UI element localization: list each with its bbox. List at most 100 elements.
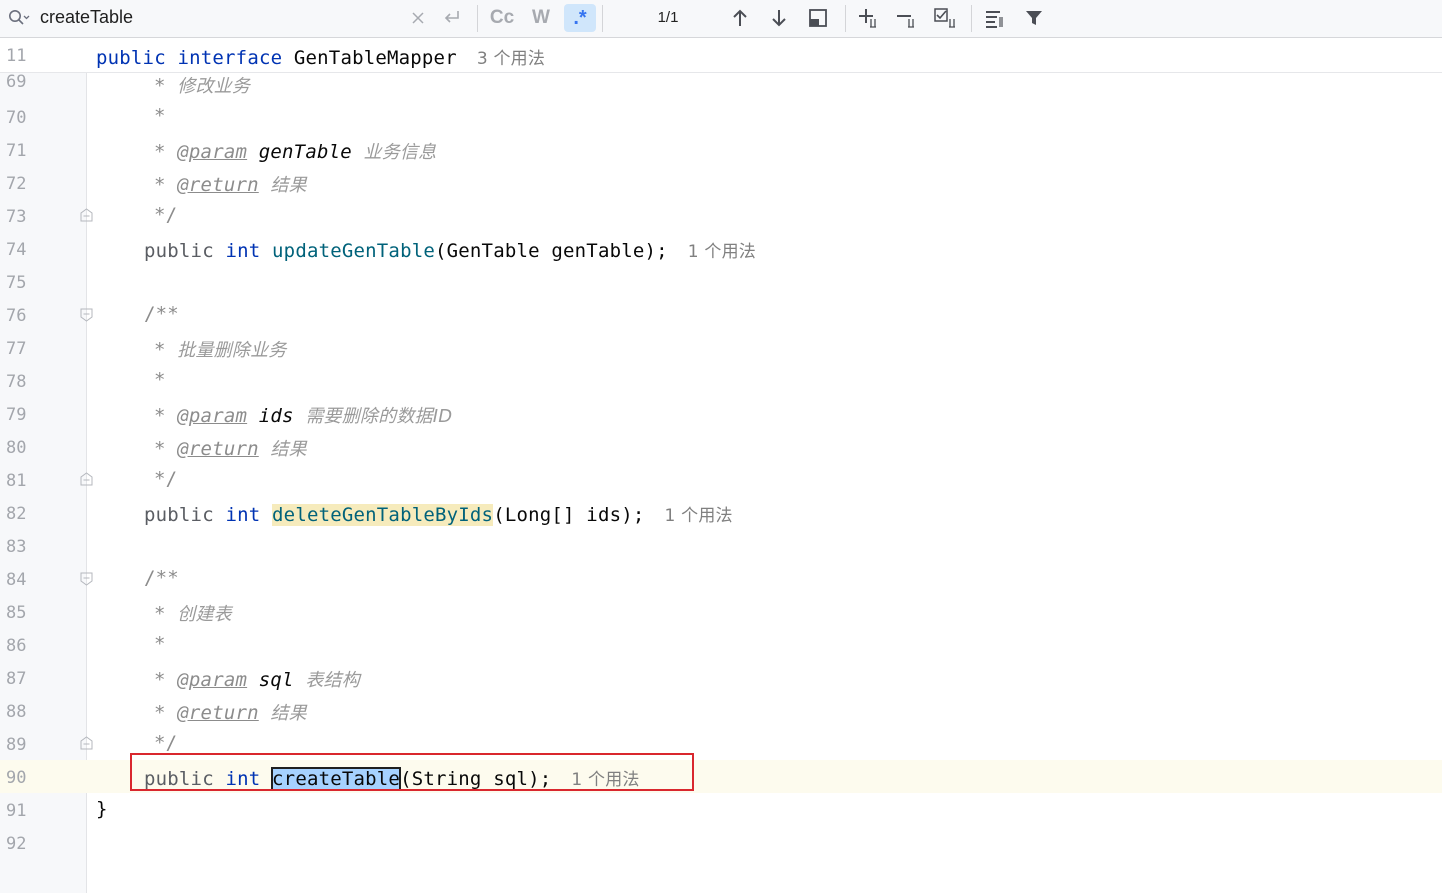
code-text: } bbox=[96, 798, 108, 820]
clear-search-icon[interactable] bbox=[408, 5, 428, 31]
arrow-down-icon[interactable] bbox=[767, 5, 791, 31]
usage-hint[interactable]: 1 个用法 bbox=[688, 242, 756, 262]
line-number: 86 bbox=[6, 636, 27, 656]
code-line[interactable]: 79 * @param ids 需要删除的数据ID bbox=[0, 397, 1442, 430]
code-text: /** bbox=[144, 303, 179, 325]
line-number: 89 bbox=[6, 735, 27, 755]
open-in-window-icon[interactable] bbox=[806, 5, 830, 31]
code-text: * @return 结果 bbox=[154, 174, 307, 196]
code-text: * @param ids 需要删除的数据ID bbox=[154, 405, 453, 427]
fold-end-icon[interactable] bbox=[79, 472, 94, 487]
line-number: 80 bbox=[6, 438, 27, 458]
match-count: 1/1 bbox=[657, 9, 679, 26]
code-line[interactable]: 71 * @param genTable 业务信息 bbox=[0, 133, 1442, 166]
remove-selection-occurrence-icon[interactable] bbox=[894, 5, 922, 31]
code-line[interactable]: 80 * @return 结果 bbox=[0, 430, 1442, 463]
line-number: 88 bbox=[6, 702, 27, 722]
code-line[interactable]: 76 /** bbox=[0, 298, 1442, 331]
code-line[interactable]: 73 */ bbox=[0, 199, 1442, 232]
code-line[interactable]: 74 public int updateGenTable(GenTable ge… bbox=[0, 232, 1442, 265]
match-case-button[interactable]: Cc bbox=[488, 5, 516, 31]
code-line[interactable]: 70 * bbox=[0, 100, 1442, 133]
add-selection-occurrence-icon[interactable] bbox=[856, 5, 884, 31]
regex-button[interactable]: .* bbox=[564, 4, 596, 32]
code-line[interactable]: 92 bbox=[0, 826, 1442, 859]
code-text: * bbox=[154, 633, 166, 655]
code-text: public interface GenTableMapper 3 个用法 bbox=[96, 47, 546, 69]
line-number: 85 bbox=[6, 603, 27, 623]
line-number: 91 bbox=[6, 801, 27, 821]
search-icon[interactable] bbox=[8, 9, 30, 27]
line-number: 72 bbox=[6, 174, 27, 194]
code-line[interactable]: 78 * bbox=[0, 364, 1442, 397]
line-number: 11 bbox=[6, 46, 27, 66]
words-button[interactable]: W bbox=[528, 5, 554, 31]
code-text: * bbox=[154, 369, 166, 391]
code-line[interactable]: 82 public int deleteGenTableByIds(Long[]… bbox=[0, 496, 1442, 529]
line-number: 70 bbox=[6, 108, 27, 128]
separator bbox=[602, 5, 603, 32]
filter-icon[interactable] bbox=[1022, 5, 1046, 31]
fold-start-icon[interactable] bbox=[79, 307, 94, 322]
line-number: 73 bbox=[6, 207, 27, 227]
fold-start-icon[interactable] bbox=[79, 571, 94, 586]
filter-settings-icon[interactable] bbox=[982, 5, 1008, 31]
line-number: 78 bbox=[6, 372, 27, 392]
line-number: 92 bbox=[6, 834, 27, 854]
usage-hint[interactable]: 1 个用法 bbox=[665, 506, 733, 526]
line-number: 87 bbox=[6, 669, 27, 689]
code-text: * 批量删除业务 bbox=[154, 339, 287, 361]
code-line[interactable]: 77 * 批量删除业务 bbox=[0, 331, 1442, 364]
line-number: 83 bbox=[6, 537, 27, 557]
line-number: 82 bbox=[6, 504, 27, 524]
code-text: * 修改业务 bbox=[154, 75, 251, 97]
code-line[interactable]: 83 bbox=[0, 529, 1442, 562]
search-input[interactable] bbox=[40, 4, 400, 30]
code-line[interactable]: 81 */ bbox=[0, 463, 1442, 496]
code-line[interactable]: 88 * @return 结果 bbox=[0, 694, 1442, 727]
new-line-icon[interactable] bbox=[440, 5, 464, 31]
code-text: */ bbox=[154, 468, 178, 490]
code-line[interactable]: 75 bbox=[0, 265, 1442, 298]
separator bbox=[845, 5, 846, 32]
code-text: /** bbox=[144, 567, 179, 589]
line-number: 69 bbox=[6, 72, 27, 92]
code-text: * @param sql 表结构 bbox=[154, 669, 360, 691]
code-line[interactable]: 86 * bbox=[0, 628, 1442, 661]
code-line[interactable]: 85 * 创建表 bbox=[0, 595, 1442, 628]
arrow-up-icon[interactable] bbox=[728, 5, 752, 31]
code-text: * @return 结果 bbox=[154, 702, 307, 724]
line-number: 79 bbox=[6, 405, 27, 425]
search-field-wrap bbox=[0, 0, 470, 37]
fold-end-icon[interactable] bbox=[79, 208, 94, 223]
line-number: 81 bbox=[6, 471, 27, 491]
code-text: */ bbox=[154, 732, 178, 754]
code-text: * @return 结果 bbox=[154, 438, 307, 460]
code-line[interactable]: 84 /** bbox=[0, 562, 1442, 595]
code-text: */ bbox=[154, 204, 178, 226]
code-line[interactable]: 87 * @param sql 表结构 bbox=[0, 661, 1442, 694]
usage-hint[interactable]: 3 个用法 bbox=[477, 49, 545, 69]
line-number: 75 bbox=[6, 273, 27, 293]
search-match-highlight: deleteGenTableByIds bbox=[272, 504, 494, 526]
code-line[interactable]: 72 * @return 结果 bbox=[0, 166, 1442, 199]
code-text: public int updateGenTable(GenTable genTa… bbox=[144, 240, 757, 262]
code-text: public int deleteGenTableByIds(Long[] id… bbox=[144, 504, 733, 526]
separator bbox=[971, 5, 972, 32]
code-text: * @param genTable 业务信息 bbox=[154, 141, 437, 163]
select-all-occurrences-icon[interactable] bbox=[932, 5, 960, 31]
line-number: 84 bbox=[6, 570, 27, 590]
separator bbox=[477, 5, 478, 32]
fold-end-icon[interactable] bbox=[79, 736, 94, 751]
code-text: * 创建表 bbox=[154, 603, 232, 625]
line-number: 76 bbox=[6, 306, 27, 326]
code-text: * bbox=[154, 105, 166, 127]
code-line[interactable]: 91 } bbox=[0, 793, 1442, 826]
find-toolbar: Cc W .* 1/1 bbox=[0, 0, 1442, 38]
annotation-highlight-box bbox=[130, 753, 694, 791]
line-number: 77 bbox=[6, 339, 27, 359]
line-number: 74 bbox=[6, 240, 27, 260]
line-number: 71 bbox=[6, 141, 27, 161]
sticky-header-line[interactable]: 11 public interface GenTableMapper 3 个用法 bbox=[0, 38, 1442, 73]
line-number: 90 bbox=[6, 768, 27, 788]
